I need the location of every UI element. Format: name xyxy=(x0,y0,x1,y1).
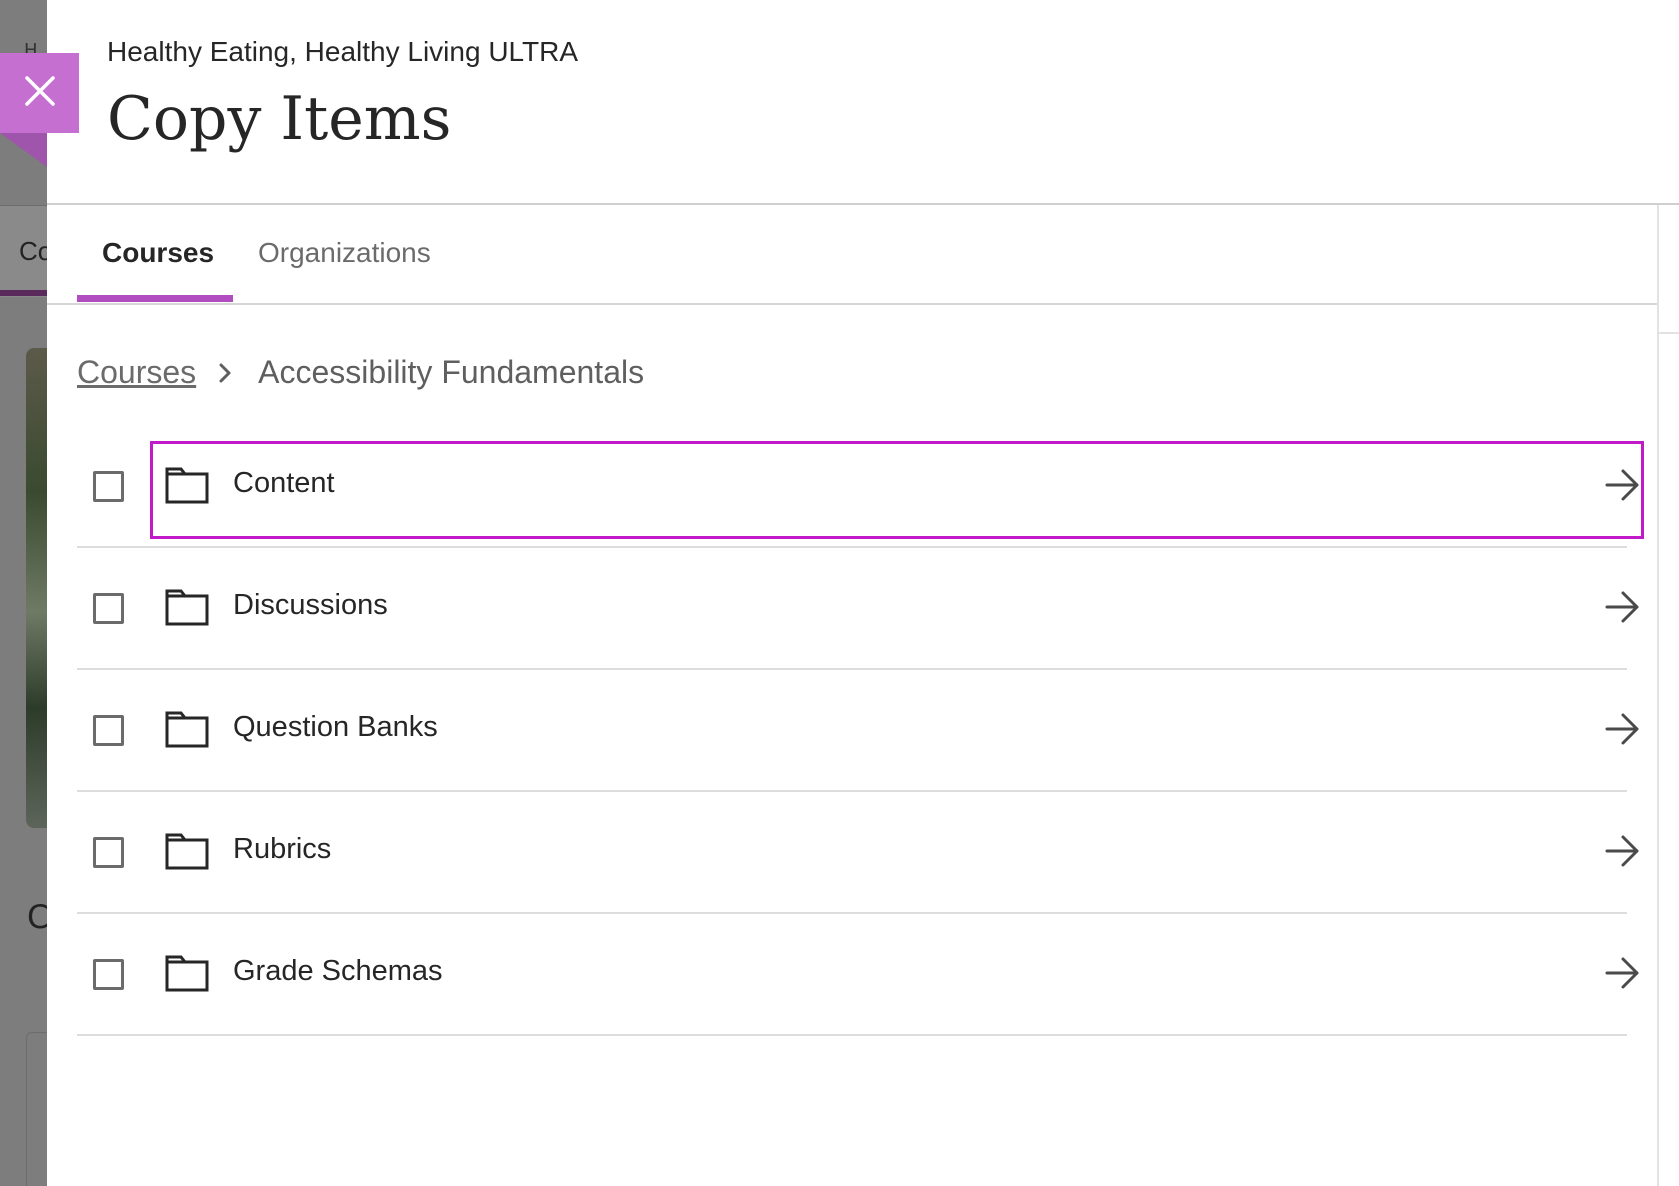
focus-ring xyxy=(150,441,1644,539)
item-checkbox[interactable] xyxy=(93,837,124,868)
close-button[interactable] xyxy=(0,53,79,133)
close-icon xyxy=(23,74,57,112)
item-label[interactable]: Discussions xyxy=(233,589,388,622)
item-checkbox[interactable] xyxy=(93,593,124,624)
background-heading-fragment: C xyxy=(27,898,50,936)
breadcrumb-current: Accessibility Fundamentals xyxy=(258,354,645,390)
copy-items-list: Content Discussions Question Banks Rubri… xyxy=(77,426,1644,1036)
folder-icon xyxy=(165,464,209,508)
list-item: Content xyxy=(77,426,1644,548)
selected-tab-indicator xyxy=(77,295,233,302)
item-label[interactable]: Question Banks xyxy=(233,711,438,744)
folder-icon xyxy=(165,708,209,752)
close-button-fold xyxy=(0,133,47,167)
arrow-right-icon[interactable] xyxy=(1605,712,1641,750)
folder-icon xyxy=(165,830,209,874)
tab-courses[interactable]: Courses xyxy=(102,237,214,269)
breadcrumb: Courses Accessibility Fundamentals xyxy=(77,354,644,391)
item-checkbox[interactable] xyxy=(93,715,124,746)
breadcrumb-courses-link[interactable]: Courses xyxy=(77,354,196,391)
chevron-right-icon xyxy=(218,362,232,384)
arrow-right-icon[interactable] xyxy=(1605,590,1641,628)
tab-bar: Courses Organizations xyxy=(47,207,1657,305)
arrow-right-icon[interactable] xyxy=(1605,468,1641,506)
folder-icon xyxy=(165,586,209,630)
arrow-right-icon[interactable] xyxy=(1605,834,1641,872)
list-item: Discussions xyxy=(77,548,1639,670)
panel-header: Healthy Eating, Healthy Living ULTRA Cop… xyxy=(47,0,1679,205)
arrow-right-icon[interactable] xyxy=(1605,956,1641,994)
list-item: Grade Schemas xyxy=(77,914,1639,1036)
item-label[interactable]: Content xyxy=(233,467,335,500)
item-checkbox[interactable] xyxy=(93,471,124,502)
course-name: Healthy Eating, Healthy Living ULTRA xyxy=(107,36,579,67)
page-title: Copy Items xyxy=(107,84,452,154)
item-label[interactable]: Grade Schemas xyxy=(233,955,443,988)
item-checkbox[interactable] xyxy=(93,959,124,990)
item-label[interactable]: Rubrics xyxy=(233,833,331,866)
tab-organizations[interactable]: Organizations xyxy=(258,237,431,269)
scroll-divider xyxy=(1657,205,1659,1186)
scroll-tick xyxy=(1659,332,1679,334)
copy-items-panel: Healthy Eating, Healthy Living ULTRA Cop… xyxy=(47,0,1679,1186)
list-item: Question Banks xyxy=(77,670,1639,792)
list-item: Rubrics xyxy=(77,792,1639,914)
folder-icon xyxy=(165,952,209,996)
